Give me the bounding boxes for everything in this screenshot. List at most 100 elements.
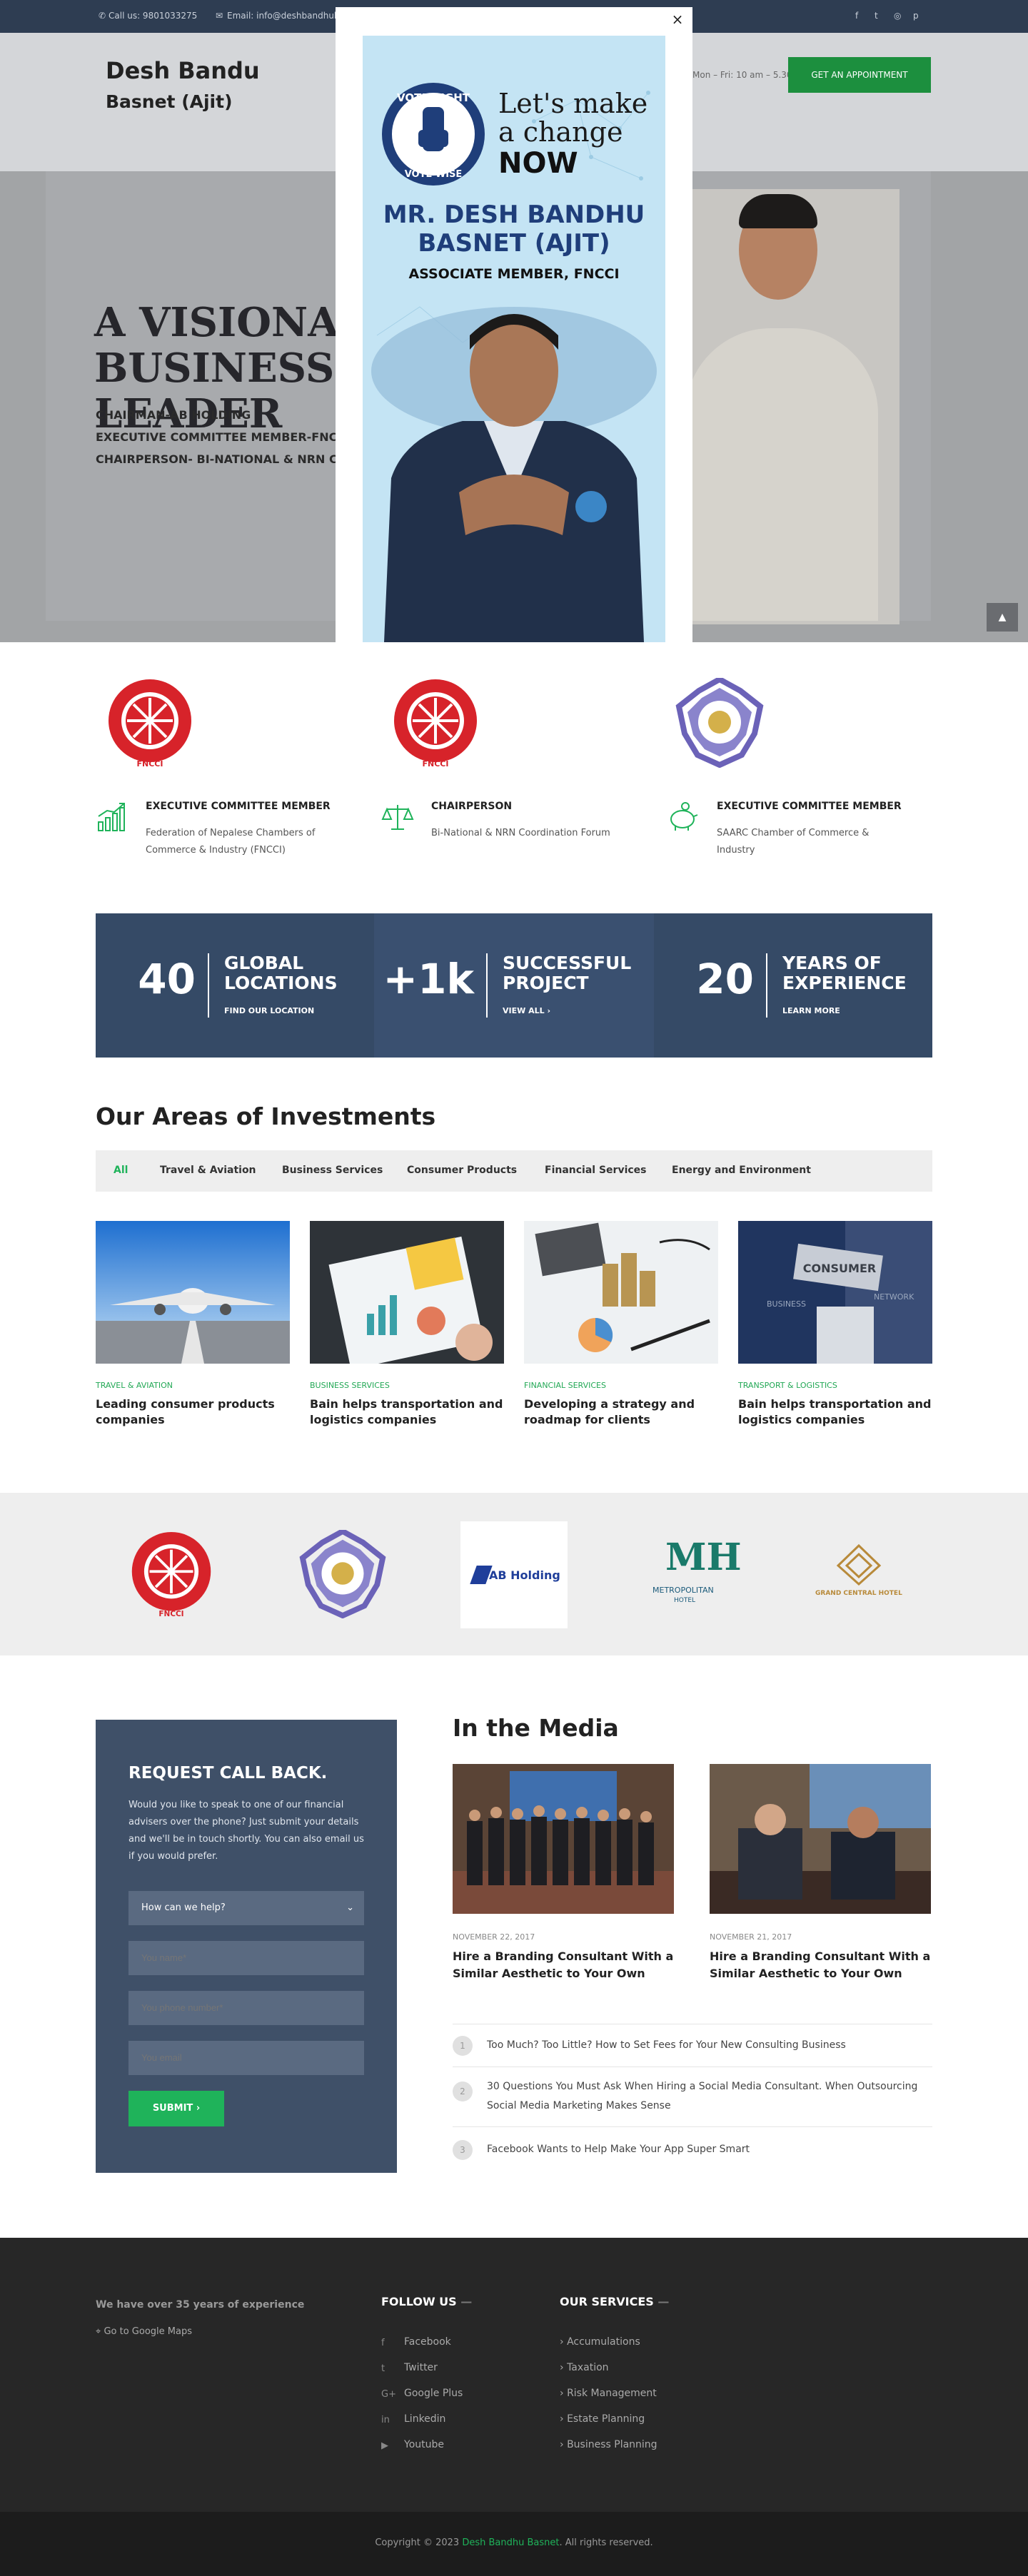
piggy-bank-icon [667, 801, 700, 833]
help-select[interactable]: How can we help? ⌄ [128, 1891, 364, 1925]
stat-number: 20 [696, 955, 754, 1003]
stat-link-locations[interactable]: FIND OUR LOCATION [224, 1006, 314, 1015]
call-info[interactable]: Call us: 9801033275 [109, 11, 197, 21]
request-title: REQUEST CALL BACK. [128, 1764, 328, 1783]
submit-label: SUBMIT [152, 2103, 193, 2114]
email-field[interactable] [128, 2041, 364, 2075]
slogan-line1: Let's make [498, 88, 647, 119]
brand-name-line1[interactable]: Desh Bandu [106, 57, 260, 84]
partner-fncci-logo[interactable]: FNCCI [128, 1528, 214, 1621]
card-image-financial[interactable] [524, 1221, 718, 1364]
media-list-item-3[interactable]: 3 Facebook Wants to Help Make Your App S… [453, 2126, 932, 2172]
card-image-aviation[interactable] [96, 1221, 290, 1364]
footer-link-youtube[interactable]: Youtube [404, 2439, 444, 2450]
stat-link-experience[interactable]: LEARN MORE [782, 1006, 840, 1015]
copyright-owner-link[interactable]: Desh Bandhu Basnet [462, 2537, 559, 2548]
card-image-business[interactable] [310, 1221, 504, 1364]
list-item-text[interactable]: Facebook Wants to Help Make Your App Sup… [487, 2140, 929, 2159]
fncci-seal-1: FNCCI [105, 678, 195, 769]
card-image-word-consumer: CONSUMER [803, 1262, 876, 1275]
facebook-icon[interactable]: f [855, 11, 858, 21]
tab-business-services[interactable]: Business Services [282, 1165, 383, 1176]
facebook-icon: f [381, 2338, 385, 2348]
footer-link-facebook[interactable]: Facebook [404, 2336, 451, 2348]
pinterest-icon[interactable]: p [913, 11, 919, 21]
tab-all[interactable]: All [114, 1165, 128, 1176]
card-title-2[interactable]: Bain helps transportation and logistics … [310, 1396, 504, 1428]
appointment-button[interactable]: GET AN APPOINTMENT [788, 57, 931, 93]
list-item-text[interactable]: 30 Questions You Must Ask When Hiring a … [487, 2077, 929, 2116]
ab-holding-name: AB Holding [489, 1568, 560, 1582]
map-link[interactable]: ⌖ Go to Google Maps [96, 2326, 192, 2337]
submit-button[interactable]: SUBMIT › [128, 2091, 224, 2126]
card-image-consumer[interactable]: CONSUMER BUSINESS NETWORK [738, 1221, 932, 1364]
stat-number: +1k [383, 955, 474, 1003]
stat-divider [486, 953, 488, 1018]
media-title: In the Media [453, 1714, 619, 1742]
google-plus-icon: G+ [381, 2389, 396, 2400]
footer-tagline: We have over 35 years of experience [96, 2299, 305, 2311]
card-category-4[interactable]: TRANSPORT & LOGISTICS [738, 1381, 837, 1390]
media-post-title-2[interactable]: Hire a Branding Consultant With a Simila… [710, 1948, 931, 1982]
help-select-value: How can we help? [141, 1902, 226, 1913]
footer-link-google-plus[interactable]: Google Plus [404, 2388, 463, 2399]
chevron-right-icon: › [196, 2103, 201, 2114]
close-icon[interactable]: × [670, 11, 685, 27]
card-category-1[interactable]: TRAVEL & AVIATION [96, 1381, 173, 1390]
metropolitan-monogram: MH [665, 1536, 742, 1579]
partner-saarc-logo[interactable] [298, 1528, 387, 1619]
stat-divider [208, 953, 209, 1018]
card-title-3[interactable]: Developing a strategy and roadmap for cl… [524, 1396, 718, 1428]
media-list-item-2[interactable]: 2 30 Questions You Must Ask When Hiring … [453, 2067, 932, 2126]
badge-top-text: VOTE RIGHT [397, 91, 470, 104]
affiliation-title-1: EXECUTIVE COMMITTEE MEMBER [146, 801, 331, 812]
stat-link-projects[interactable]: VIEW ALL › [503, 1006, 550, 1015]
scroll-top-button[interactable]: ▲ [987, 603, 1018, 632]
metropolitan-sub: HOTEL [674, 1597, 696, 1604]
investment-tabs: All Travel & Aviation Business Services … [96, 1150, 932, 1192]
phone-field[interactable] [128, 1991, 364, 2025]
media-list-item-1[interactable]: 1 Too Much? Too Little? How to Set Fees … [453, 2024, 932, 2067]
list-number: 2 [453, 2081, 473, 2101]
media-post-title-1[interactable]: Hire a Branding Consultant With a Simila… [453, 1948, 674, 1982]
list-item-text[interactable]: Too Much? Too Little? How to Set Fees fo… [487, 2036, 929, 2055]
stat-label: SUCCESSFUL PROJECT [503, 953, 632, 993]
phone-icon: ✆ [99, 11, 106, 21]
map-pin-icon: ⌖ [96, 2326, 101, 2337]
tab-energy-environment[interactable]: Energy and Environment [672, 1165, 811, 1176]
footer-service-3[interactable]: › Risk Management [560, 2388, 657, 2399]
instagram-icon[interactable]: ◎ [894, 11, 901, 21]
media-image-2[interactable] [710, 1764, 931, 1914]
twitter-icon[interactable]: t [875, 11, 878, 21]
tab-financial-services[interactable]: Financial Services [545, 1165, 647, 1176]
tab-travel-aviation[interactable]: Travel & Aviation [160, 1165, 256, 1176]
card-title-1[interactable]: Leading consumer products companies [96, 1396, 290, 1428]
footer-service-5[interactable]: › Business Planning [560, 2439, 657, 2450]
partner-grand-central-logo[interactable]: GRAND CENTRAL HOTEL [812, 1543, 905, 1614]
saarc-seal [675, 676, 765, 769]
brand-name-line2[interactable]: Basnet (Ajit) [106, 91, 233, 112]
footer-service-1[interactable]: › Accumulations [560, 2336, 640, 2348]
media-image-1[interactable] [453, 1764, 674, 1914]
hero-role-1: CHAIRMAN-AB HOLDING [96, 408, 251, 422]
stat-number: 40 [138, 955, 196, 1003]
footer-service-2[interactable]: › Taxation [560, 2362, 609, 2373]
portrait-suit [685, 328, 878, 621]
stat-locations: 40 GLOBAL LOCATIONS FIND OUR LOCATION [96, 913, 374, 1058]
balance-scale-icon [381, 801, 414, 833]
card-category-3[interactable]: FINANCIAL SERVICES [524, 1381, 606, 1390]
footer-service-4[interactable]: › Estate Planning [560, 2413, 645, 2425]
footer-link-twitter[interactable]: Twitter [404, 2362, 438, 2373]
partner-metropolitan-logo[interactable]: MH METROPOLITAN HOTEL [650, 1536, 742, 1614]
name-field[interactable] [128, 1941, 364, 1975]
footer-link-linkedin[interactable]: Linkedin [404, 2413, 445, 2425]
fncci-seal-2: FNCCI [390, 678, 480, 769]
poster-name-line2: BASNET (AJIT) [418, 229, 610, 258]
affiliation-title-3: EXECUTIVE COMMITTEE MEMBER [717, 801, 902, 812]
chevron-down-icon: ⌄ [346, 1902, 354, 1913]
tab-consumer-products[interactable]: Consumer Products [407, 1165, 517, 1176]
card-title-4[interactable]: Bain helps transportation and logistics … [738, 1396, 932, 1428]
poster-artwork: VOTE RIGHT VOTE WISE Let's make a change… [371, 83, 657, 642]
partner-ab-holding-logo[interactable]: AB Holding [460, 1521, 568, 1628]
card-category-2[interactable]: BUSINESS SERVICES [310, 1381, 390, 1390]
